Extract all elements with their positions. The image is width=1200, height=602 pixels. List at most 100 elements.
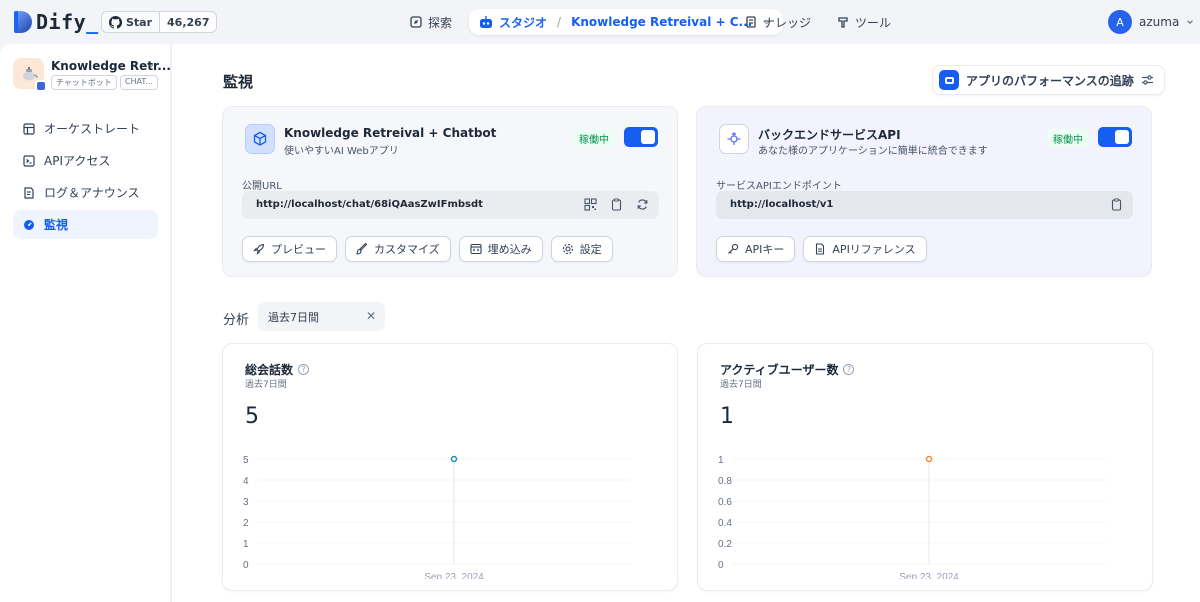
- chart-summary-value: 1: [720, 404, 734, 429]
- help-icon[interactable]: ?: [843, 364, 855, 375]
- settings-sliders-icon: [1141, 75, 1153, 85]
- logo-text: Dify: [36, 10, 87, 34]
- chart-period: 過去7日間: [245, 380, 287, 390]
- status-badge: 稼働中: [1047, 129, 1089, 147]
- nav-tools-label: ツール: [855, 15, 892, 30]
- nav-studio-label: スタジオ: [499, 15, 548, 30]
- qr-code-icon[interactable]: [584, 198, 597, 211]
- robot-icon: [480, 15, 492, 28]
- dify-logo-icon: [14, 11, 32, 33]
- nav-studio[interactable]: スタジオ / Knowledge Retreival + C...: [469, 9, 784, 35]
- github-icon: [109, 15, 122, 29]
- y-tick-label: 1: [718, 455, 724, 466]
- y-tick-label: 3: [243, 497, 249, 508]
- analysis-label: 分析: [223, 313, 250, 328]
- cube-icon: [245, 124, 275, 154]
- period-select[interactable]: 過去7日間 ✕: [258, 302, 385, 331]
- y-tick-label: 4: [243, 476, 249, 487]
- y-tick-label: 0: [718, 560, 724, 571]
- chart-period: 過去7日間: [720, 380, 762, 390]
- dashboard-icon: [24, 219, 34, 230]
- chart-title: 総会話数: [245, 363, 294, 377]
- y-tick-label: 0.8: [718, 476, 732, 487]
- rocket-icon: [253, 243, 265, 255]
- y-tick-label: 1: [243, 539, 249, 550]
- api-toggle[interactable]: [1098, 127, 1132, 147]
- teapot-icon: [22, 66, 38, 80]
- hammer-icon: [838, 17, 848, 28]
- period-select-value: 過去7日間: [268, 310, 319, 324]
- y-tick-label: 2: [243, 518, 249, 529]
- total-conversations-chart: 0 1 2 3 4 5 Sep 23, 2024: [243, 455, 631, 579]
- active-users-card: アクティブユーザー数 ? 過去7日間 1 0 0.2 0.4 0.6 0.8 1 Sep 2…: [697, 343, 1153, 591]
- tracing-icon: [939, 70, 959, 90]
- api-key-button-label: APIキー: [745, 243, 785, 256]
- sidebar-item-label: APIアクセス: [44, 154, 111, 168]
- active-users-chart: 0 0.2 0.4 0.6 0.8 1 Sep 23, 2024: [718, 455, 1106, 579]
- user-name: azuma: [1139, 15, 1180, 29]
- api-card: バックエンドサービスAPI あなた様のアプリケーションに簡単に統合できます 稼働…: [696, 106, 1152, 277]
- sidebar-item-logs[interactable]: ログ＆アナウンス: [13, 178, 158, 207]
- settings-button-label: 設定: [579, 243, 602, 256]
- performance-tracking-button[interactable]: アプリのパフォーマンスの追跡: [932, 65, 1165, 95]
- y-tick-label: 5: [243, 455, 249, 466]
- file-list-icon: [24, 186, 34, 199]
- y-tick-label: 0.4: [718, 518, 732, 529]
- close-icon[interactable]: ✕: [366, 309, 376, 323]
- document-icon: [816, 243, 825, 255]
- nav-knowledge-label: ナレッジ: [763, 15, 812, 30]
- dify-logo[interactable]: Dify_: [14, 10, 99, 34]
- chart-gridlines: [257, 458, 631, 565]
- api-key-button[interactable]: APIキー: [716, 236, 796, 262]
- data-point[interactable]: [925, 455, 933, 463]
- preview-button[interactable]: プレビュー: [242, 236, 337, 262]
- api-reference-button[interactable]: APIリファレンス: [803, 236, 927, 262]
- nav-explore[interactable]: 探索: [410, 10, 452, 34]
- refresh-icon[interactable]: [636, 198, 649, 211]
- clipboard-icon[interactable]: [1110, 198, 1123, 211]
- y-tick-label: 0: [243, 560, 249, 571]
- github-star-button[interactable]: Star 46,267: [101, 11, 218, 33]
- webapp-toggle[interactable]: [624, 127, 658, 147]
- github-star-label: Star: [126, 15, 153, 29]
- settings-button[interactable]: 設定: [550, 236, 613, 262]
- customize-button[interactable]: カスタマイズ: [345, 236, 451, 262]
- book-icon: [746, 16, 756, 28]
- preview-button-label: プレビュー: [271, 243, 326, 256]
- api-endpoint-field: http://localhost/v1: [716, 191, 1133, 219]
- embed-button[interactable]: 埋め込み: [458, 236, 543, 262]
- compass-icon: [410, 16, 422, 28]
- orchestrate-icon: [23, 122, 35, 135]
- sidebar-item-api-access[interactable]: APIアクセス: [13, 146, 158, 175]
- api-reference-button-label: APIリファレンス: [832, 243, 916, 256]
- gear-icon: [562, 243, 573, 255]
- chevron-down-icon: ⌄: [147, 59, 156, 70]
- clipboard-icon[interactable]: [610, 198, 623, 211]
- sidebar-menu: オーケストレート APIアクセス ログ＆アナウンス 監視: [13, 114, 158, 242]
- logo-suffix: _: [86, 10, 99, 34]
- webapp-title: Knowledge Retreival + Chatbot: [284, 126, 497, 140]
- customize-button-label: カスタマイズ: [374, 243, 440, 256]
- public-url-label: 公開URL: [242, 181, 282, 192]
- api-connection-icon: [719, 124, 749, 154]
- status-badge: 稼働中: [573, 129, 615, 147]
- user-menu[interactable]: A azuma: [1108, 10, 1194, 34]
- chart-gridlines: [732, 458, 1106, 565]
- main-content: 監視 アプリのパフォーマンスの追跡 Knowledge Retreival + …: [172, 44, 1200, 602]
- sidebar-item-monitoring[interactable]: 監視: [13, 210, 158, 239]
- chatbot-badge-icon: [35, 80, 47, 92]
- nav-knowledge[interactable]: ナレッジ: [745, 10, 811, 34]
- app-type-tag: CHAT...: [119, 75, 158, 90]
- app-mode-tag: チャットボット: [51, 75, 117, 90]
- nav-tools[interactable]: ツール: [837, 10, 891, 34]
- key-icon: [728, 243, 739, 254]
- nav-current-app: Knowledge Retreival + C...: [571, 15, 753, 29]
- sidebar-item-orchestrate[interactable]: オーケストレート: [13, 114, 158, 143]
- help-icon[interactable]: ?: [298, 364, 310, 375]
- nav-explore-label: 探索: [428, 15, 453, 30]
- y-tick-label: 0.2: [718, 539, 732, 550]
- public-url-field: http://localhost/chat/68iQAasZwIFmbsdt: [242, 191, 659, 219]
- avatar: A: [1108, 10, 1132, 34]
- data-point[interactable]: [450, 455, 458, 463]
- github-star-count: 46,267: [167, 15, 210, 29]
